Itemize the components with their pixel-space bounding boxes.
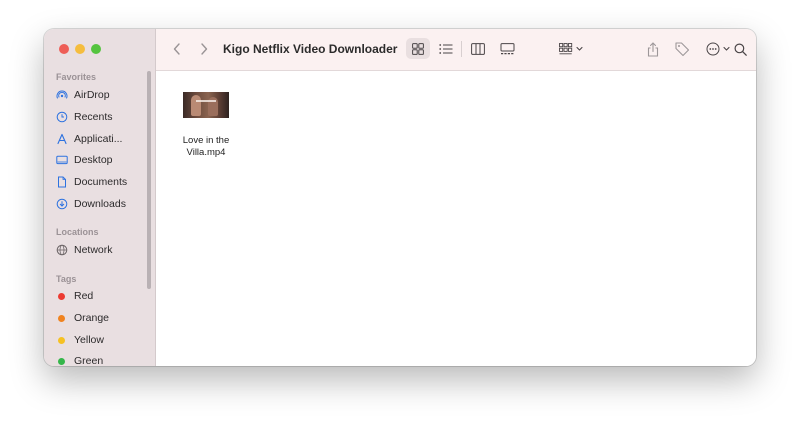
video-thumbnail[interactable] bbox=[183, 92, 229, 118]
airdrop-icon bbox=[56, 89, 68, 101]
zoom-window-button[interactable] bbox=[91, 44, 101, 54]
clock-icon bbox=[56, 111, 68, 123]
back-icon bbox=[173, 43, 180, 55]
list-view-icon bbox=[439, 43, 453, 54]
sidebar-item-recents[interactable]: Recents bbox=[56, 108, 148, 126]
download-icon bbox=[56, 198, 68, 210]
sidebar-item-label: AirDrop bbox=[74, 89, 110, 101]
sidebar-tag-orange[interactable]: Orange bbox=[56, 309, 148, 327]
file-name-line2: Villa.mp4 bbox=[186, 147, 226, 158]
sidebar-tag-red[interactable]: Red bbox=[56, 287, 148, 305]
orange-dot-icon bbox=[58, 314, 65, 322]
sidebar-item-label: Downloads bbox=[74, 198, 126, 210]
sidebar-item-label: Recents bbox=[74, 111, 113, 123]
sidebar: Favorites AirDrop Recents Applicati... D… bbox=[44, 29, 156, 366]
tags-header: Tags bbox=[56, 274, 77, 284]
group-by-button[interactable] bbox=[556, 39, 588, 59]
close-window-button[interactable] bbox=[59, 44, 69, 54]
forward-icon bbox=[201, 43, 208, 55]
finder-window: Favorites AirDrop Recents Applicati... D… bbox=[44, 29, 756, 366]
gallery-view-icon bbox=[500, 42, 514, 54]
share-icon bbox=[647, 41, 659, 57]
icon-view-icon bbox=[412, 42, 424, 55]
tag-icon bbox=[675, 42, 690, 57]
sidebar-item-label: Documents bbox=[74, 176, 128, 188]
column-view-icon bbox=[471, 42, 485, 55]
sidebar-item-label: Orange bbox=[74, 312, 110, 324]
sidebar-scrollbar[interactable] bbox=[147, 71, 151, 289]
sidebar-item-label: Red bbox=[74, 290, 94, 302]
search-button[interactable] bbox=[731, 40, 749, 58]
sidebar-item-label: Applicati... bbox=[74, 133, 123, 145]
sidebar-item-documents[interactable]: Documents bbox=[56, 173, 148, 191]
sidebar-item-airdrop[interactable]: AirDrop bbox=[56, 86, 148, 104]
sidebar-item-label: Green bbox=[74, 355, 104, 366]
file-browser-area[interactable]: Love in the Villa.mp4 bbox=[156, 71, 756, 366]
sidebar-item-label: Desktop bbox=[74, 154, 113, 166]
red-dot-icon bbox=[58, 292, 65, 300]
window-title: Kigo Netflix Video Downloader bbox=[223, 42, 398, 56]
search-icon bbox=[733, 42, 747, 56]
yellow-dot-icon bbox=[58, 336, 65, 344]
sidebar-tag-yellow[interactable]: Yellow bbox=[56, 331, 148, 349]
sidebar-item-label: Network bbox=[74, 244, 113, 256]
tag-button[interactable] bbox=[672, 39, 692, 59]
minimize-window-button[interactable] bbox=[75, 44, 85, 54]
sidebar-item-downloads[interactable]: Downloads bbox=[56, 195, 148, 213]
desktop-icon bbox=[56, 154, 68, 166]
column-view-button[interactable] bbox=[466, 38, 490, 59]
forward-button[interactable] bbox=[196, 41, 212, 57]
toolbar: Kigo Netflix Video Downloader bbox=[156, 29, 756, 71]
file-name[interactable]: Love in the Villa.mp4 bbox=[176, 135, 236, 159]
more-icon bbox=[706, 42, 730, 56]
back-button[interactable] bbox=[169, 41, 185, 57]
globe-icon bbox=[56, 244, 68, 256]
group-icon bbox=[559, 43, 583, 55]
green-dot-icon bbox=[58, 357, 65, 365]
gallery-view-button[interactable] bbox=[495, 38, 519, 59]
share-button[interactable] bbox=[644, 39, 662, 59]
sidebar-tag-green[interactable]: Green bbox=[56, 352, 148, 366]
sidebar-item-desktop[interactable]: Desktop bbox=[56, 151, 148, 169]
locations-header: Locations bbox=[56, 227, 99, 237]
sidebar-item-label: Yellow bbox=[74, 334, 104, 346]
icon-view-button[interactable] bbox=[406, 38, 430, 59]
file-item[interactable]: Love in the Villa.mp4 bbox=[176, 92, 236, 159]
favorites-header: Favorites bbox=[56, 72, 97, 82]
file-name-line1: Love in the bbox=[182, 135, 230, 146]
applications-icon bbox=[56, 133, 68, 145]
sidebar-item-network[interactable]: Network bbox=[56, 241, 148, 259]
document-icon bbox=[56, 176, 68, 188]
list-view-button[interactable] bbox=[434, 38, 458, 59]
sidebar-item-applications[interactable]: Applicati... bbox=[56, 130, 148, 148]
